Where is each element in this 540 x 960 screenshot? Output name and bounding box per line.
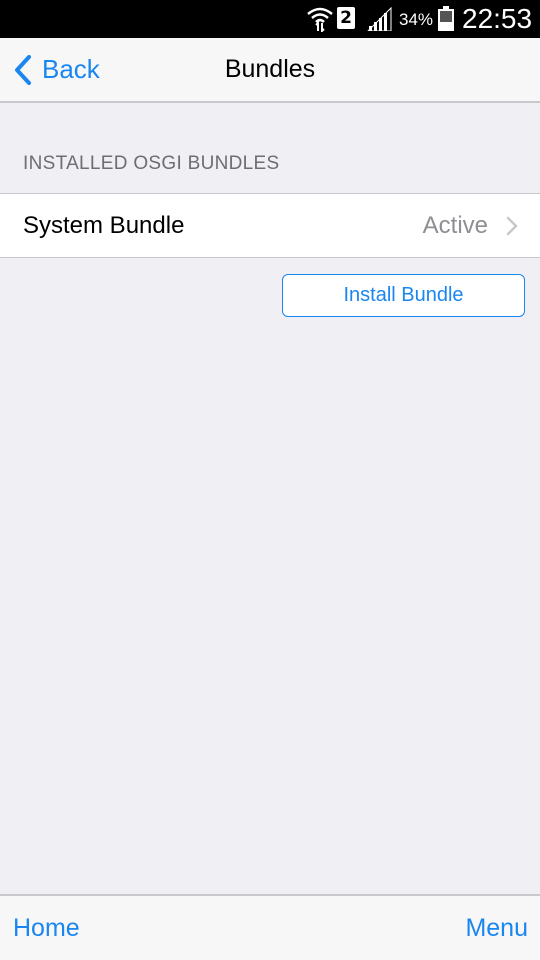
bundle-status: Active [422, 212, 488, 239]
back-button[interactable]: Back [8, 38, 100, 101]
signal-icon [367, 7, 392, 31]
clock: 22:53 [462, 3, 533, 34]
install-bundle-button[interactable]: Install Bundle [282, 274, 525, 317]
sim-icon: 2 [337, 7, 355, 29]
bundle-row-system-bundle[interactable]: System Bundle Active [0, 193, 540, 258]
back-label: Back [42, 54, 100, 84]
battery-percent: 34% [399, 10, 434, 29]
chevron-right-icon [506, 216, 518, 236]
wifi-icon [307, 7, 333, 32]
navigation-bar: Back Bundles [0, 38, 540, 103]
bundle-name: System Bundle [23, 212, 185, 239]
battery-icon [438, 6, 454, 31]
bundles-screen: 2 34% 22:53 Back Bundles INSTALLED OSGI … [0, 0, 540, 960]
menu-button[interactable]: Menu [465, 896, 528, 960]
bottom-toolbar: Home Menu [0, 894, 540, 960]
section-header: INSTALLED OSGI BUNDLES [23, 153, 280, 174]
status-bar: 2 34% 22:53 [0, 0, 540, 38]
chevron-left-icon [15, 54, 31, 85]
home-button[interactable]: Home [13, 896, 80, 960]
